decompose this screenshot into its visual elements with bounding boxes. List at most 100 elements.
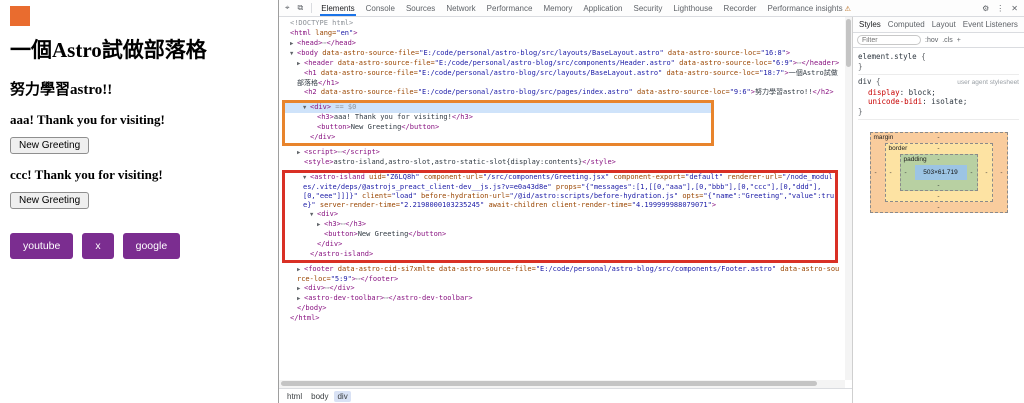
arrow-spacer <box>297 70 304 79</box>
devtools-tab-lighthouse[interactable]: Lighthouse <box>672 1 713 16</box>
dom-tree-line[interactable]: ▼ <div> == $0 <box>285 103 711 113</box>
horizontal-scrollbar[interactable] <box>279 380 845 388</box>
dom-tree-line[interactable]: </div> <box>285 240 835 250</box>
devtools-tab-performance[interactable]: Performance <box>486 1 534 16</box>
dom-tree-line[interactable]: </body> <box>279 304 842 314</box>
margin-left-value[interactable]: - <box>875 168 877 178</box>
padding-left-value[interactable]: - <box>905 168 907 178</box>
margin-bottom-value[interactable]: - <box>937 203 939 213</box>
devtools-tab-recorder[interactable]: Recorder <box>723 1 758 16</box>
dom-tree-line[interactable]: <h1 data-astro-source-file="E:/code/pers… <box>279 69 842 88</box>
border-bottom-value[interactable]: - <box>937 192 939 202</box>
breadcrumb-item-div[interactable]: div <box>334 390 351 402</box>
styles-toggle-[interactable]: + <box>957 37 961 44</box>
arrow-spacer <box>310 241 317 250</box>
social-link-x[interactable]: x <box>82 233 114 259</box>
elements-panel: <!DOCTYPE html> <html lang="en"> ▶ <head>⋯… <box>279 17 853 403</box>
dom-tree-line[interactable]: ▶ <h3>⋯</h3> <box>285 220 835 230</box>
collapse-arrow-icon[interactable]: ▼ <box>303 104 310 113</box>
styles-tab-event-listeners[interactable]: Event Listeners <box>963 20 1018 29</box>
devtools-tab-sources[interactable]: Sources <box>405 1 436 16</box>
horizontal-scrollbar-thumb[interactable] <box>281 381 817 386</box>
css-property-display[interactable]: displayblock <box>858 88 1019 98</box>
border-right-value[interactable]: - <box>985 168 987 178</box>
settings-gear-icon[interactable]: ⚙ <box>982 4 989 13</box>
dom-tree-line[interactable]: ▶ <head>⋯</head> <box>279 39 842 49</box>
padding-bottom-value[interactable]: - <box>937 181 939 191</box>
dom-tree-line[interactable]: ▶ <header data-astro-source-file="E:/code… <box>279 59 842 69</box>
close-brace: } <box>858 106 863 116</box>
breadcrumb-item-body[interactable]: body <box>308 391 331 402</box>
dom-tree-line[interactable]: </div> <box>285 133 711 143</box>
social-link-google[interactable]: google <box>122 233 181 259</box>
padding-top-value[interactable]: - <box>937 155 939 165</box>
dom-tree-line[interactable]: <style>astro-island,astro-slot,astro-sta… <box>279 158 842 168</box>
dom-tree-line[interactable]: ▶ <astro-dev-toolbar>⋯</astro-dev-toolbar… <box>279 294 842 304</box>
dom-tree-line[interactable]: <h2 data-astro-source-file="E:/code/pers… <box>279 88 842 98</box>
dom-tree-line[interactable]: ▶ <script>⋯</script> <box>279 148 842 158</box>
tree-group: <!DOCTYPE html> <html lang="en"> ▶ <head>⋯… <box>279 19 842 98</box>
styles-toggle-cls[interactable]: .cls <box>942 37 953 44</box>
border-top-value[interactable]: - <box>937 144 939 154</box>
devtools-tabs: Elements Console Sources Network Performance… <box>320 0 852 16</box>
dom-tree-line[interactable]: ▶ <footer data-astro-cid-si7xmlte data-as… <box>279 265 842 284</box>
arrow-spacer <box>290 305 297 314</box>
dom-tree-line[interactable]: ▼ <astro-island uid="Z6LQ8h" component-ur… <box>285 173 835 210</box>
devtools-tab-performance-insights[interactable]: Performance insights ⚠ <box>766 1 851 16</box>
collapse-arrow-icon[interactable]: ▼ <box>303 174 310 183</box>
box-model-border[interactable]: border - - - - padding - - - - 503×61.71… <box>884 143 993 202</box>
dom-tree-line[interactable]: <!DOCTYPE html> <box>279 19 842 29</box>
expand-arrow-icon[interactable]: ▶ <box>297 60 304 69</box>
close-devtools-icon[interactable]: ✕ <box>1011 4 1018 13</box>
styles-tab-layout[interactable]: Layout <box>932 20 956 29</box>
dom-tree-line[interactable]: <h3>aaa! Thank you for visiting!</h3> <box>285 113 711 123</box>
dom-tree-line[interactable]: </html> <box>279 314 842 324</box>
inspect-element-icon[interactable]: ⌖ <box>285 3 290 13</box>
styles-tab-styles[interactable]: Styles <box>859 20 881 29</box>
expand-arrow-icon[interactable]: ▶ <box>297 149 304 158</box>
social-link-youtube[interactable]: youtube <box>10 233 74 259</box>
dom-tree-line[interactable]: ▼ <div> <box>285 210 835 220</box>
styles-tab-computed[interactable]: Computed <box>888 20 925 29</box>
breadcrumb-item-html[interactable]: html <box>284 391 305 402</box>
vertical-scrollbar[interactable] <box>845 17 852 380</box>
box-model-content[interactable]: 503×61.719 <box>914 165 967 180</box>
devtools-tab-memory[interactable]: Memory <box>542 1 573 16</box>
css-rule-element-style[interactable]: element.style { } <box>858 50 1019 75</box>
styles-toggle-hov[interactable]: :hov <box>925 37 938 44</box>
new-greeting-button-1[interactable]: New Greeting <box>10 137 90 154</box>
box-model-margin[interactable]: margin - - - - border - - - - padding - … <box>869 132 1008 213</box>
dom-tree-line[interactable]: </astro-island> <box>285 250 835 260</box>
expand-arrow-icon[interactable]: ▶ <box>297 295 304 304</box>
devtools-tab-console[interactable]: Console <box>365 1 396 16</box>
dom-tree-line[interactable]: <html lang="en"> <box>279 29 842 39</box>
devtools-tab-application[interactable]: Application <box>582 1 623 16</box>
margin-right-value[interactable]: - <box>1000 168 1002 178</box>
border-left-value[interactable]: - <box>890 168 892 178</box>
styles-filter-input[interactable] <box>857 35 921 45</box>
margin-top-value[interactable]: - <box>937 133 939 143</box>
expand-arrow-icon[interactable]: ▶ <box>297 266 304 275</box>
dom-tree-line[interactable]: ▶ <div>⋯</div> <box>279 284 842 294</box>
expand-arrow-icon[interactable]: ▶ <box>317 221 324 230</box>
more-options-icon[interactable]: ⋮ <box>996 4 1004 13</box>
collapse-arrow-icon[interactable]: ▼ <box>290 50 297 59</box>
devtools-tab-network[interactable]: Network <box>445 1 476 16</box>
device-toolbar-icon[interactable]: ⧉ <box>298 3 304 13</box>
close-brace: } <box>858 61 863 71</box>
box-model-padding[interactable]: padding - - - - 503×61.719 <box>899 154 978 191</box>
css-rule-div[interactable]: div { user agent stylesheet displayblock… <box>858 75 1019 120</box>
dom-tree-line[interactable]: ▼ <body data-astro-source-file="E:/code/p… <box>279 49 842 59</box>
new-greeting-button-2[interactable]: New Greeting <box>10 192 90 209</box>
css-property-unicode-bidi[interactable]: unicode-bidiisolate <box>858 97 1019 107</box>
dom-tree-line[interactable]: <button>New Greeting</button> <box>285 123 711 133</box>
expand-arrow-icon[interactable]: ▶ <box>297 285 304 294</box>
devtools-tab-security[interactable]: Security <box>632 1 663 16</box>
padding-right-value[interactable]: - <box>970 168 972 178</box>
devtools-tab-elements[interactable]: Elements <box>320 1 356 16</box>
vertical-scrollbar-thumb[interactable] <box>846 19 851 67</box>
expand-arrow-icon[interactable]: ▶ <box>290 40 297 49</box>
dom-tree-line[interactable]: <button>New Greeting</button> <box>285 230 835 240</box>
collapse-arrow-icon[interactable]: ▼ <box>310 211 317 220</box>
box-model-diagram: margin - - - - border - - - - padding - … <box>869 132 1008 213</box>
